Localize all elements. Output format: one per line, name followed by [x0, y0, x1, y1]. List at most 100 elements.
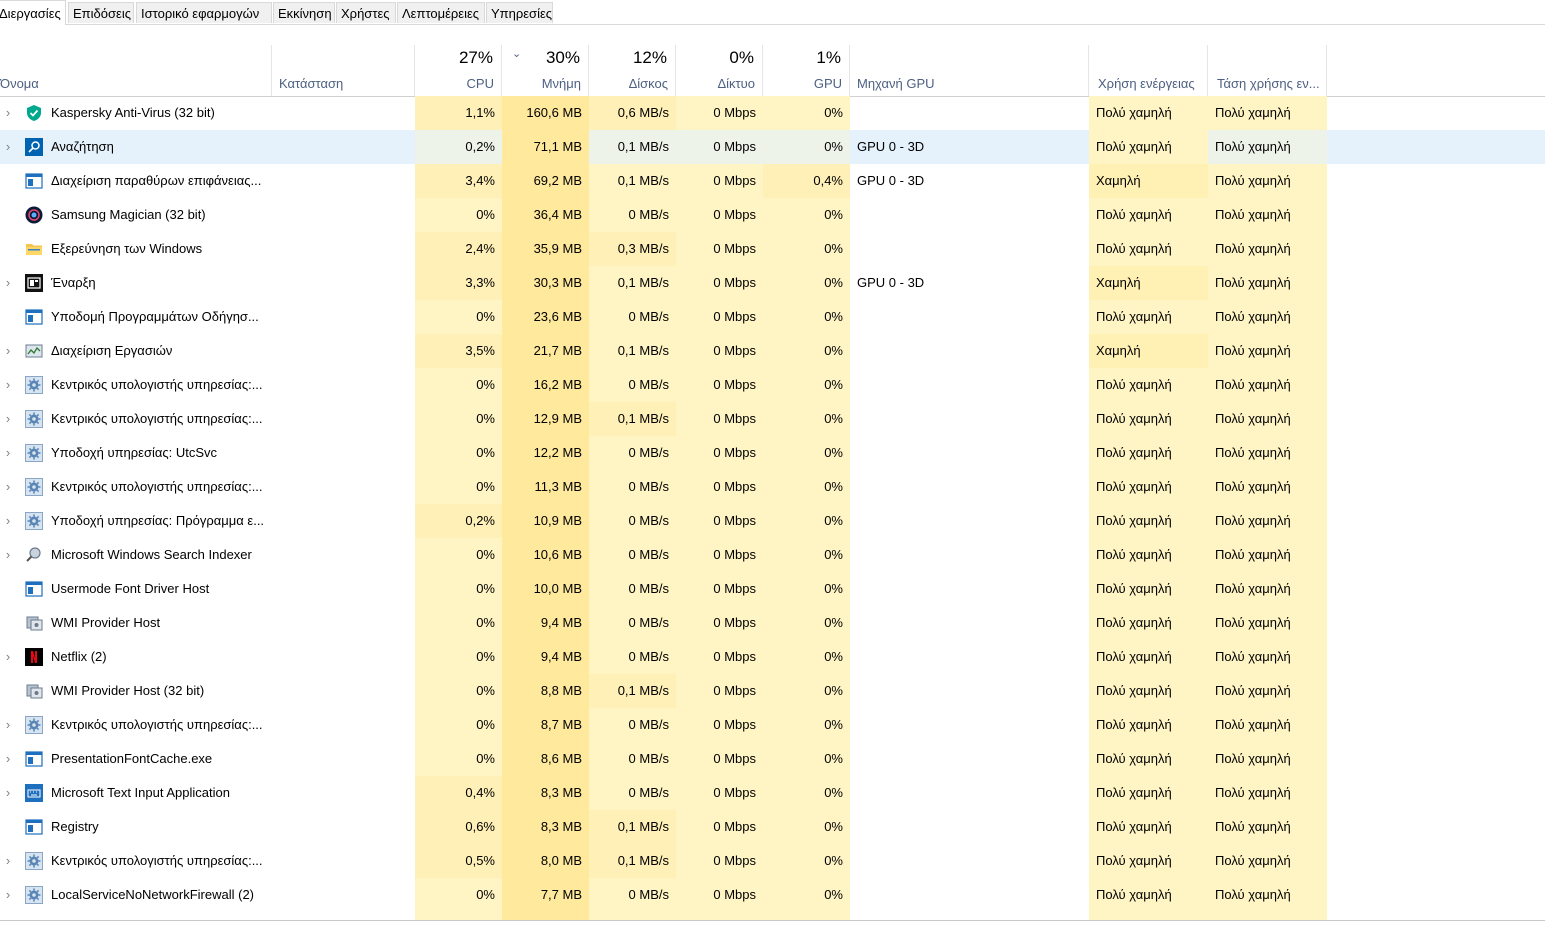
column-header-disk[interactable]: 12% Δίσκος	[589, 45, 676, 96]
process-name: Microsoft Text Input Application	[51, 785, 230, 800]
expand-chevron-icon[interactable]: ›	[2, 368, 14, 402]
table-row[interactable]: Εξερεύνηση των Windows 2,4% 35,9 MB 0,3 MB/…	[0, 232, 1545, 266]
partial-cell	[676, 912, 763, 920]
cpu-cell: 0%	[415, 708, 502, 742]
table-row[interactable]: › Κεντρικός υπολογιστής υπηρεσίας:... 0,5%…	[0, 844, 1545, 878]
column-header-network[interactable]: 0% Δίκτυο	[676, 45, 763, 96]
table-row[interactable]: Registry 0,6% 8,3 MB 0,1 MB/s 0 Mbps 0% Πολύ χ…	[0, 810, 1545, 844]
expand-chevron-icon[interactable]: ›	[2, 130, 14, 164]
process-name: Κεντρικός υπολογιστής υπηρεσίας:...	[51, 377, 263, 392]
expand-chevron-icon[interactable]: ›	[2, 334, 14, 368]
column-label-gpu: GPU	[813, 76, 842, 91]
cpu-cell: 0%	[415, 300, 502, 334]
column-header-gpu[interactable]: 1% GPU	[763, 45, 850, 96]
table-row[interactable]: › Kaspersky Anti-Virus (32 bit) 1,1% 160,6 …	[0, 96, 1545, 130]
power-usage-cell: Πολύ χαμηλή	[1089, 130, 1208, 164]
partial-cell	[502, 912, 589, 920]
gpu-cell: 0%	[763, 470, 850, 504]
table-row[interactable]: › LocalServiceNoNetworkFirewall (2) 0% 7,7 …	[0, 878, 1545, 912]
expand-chevron-icon[interactable]: ›	[2, 504, 14, 538]
table-row[interactable]: › Διαχείριση Εργασιών 3,5% 21,7 MB 0,1 MB/s 0…	[0, 334, 1545, 368]
expand-chevron-icon[interactable]: ›	[2, 402, 14, 436]
column-header-status[interactable]: Κατάσταση	[272, 45, 415, 96]
table-row[interactable]: WMI Provider Host (32 bit) 0% 8,8 MB 0,1 MB…	[0, 674, 1545, 708]
kaspersky-icon	[25, 104, 43, 122]
column-header-power-trend[interactable]: Τάση χρήσης εν...	[1208, 45, 1327, 96]
expand-chevron-icon[interactable]: ›	[2, 538, 14, 572]
gpu-cell: 0%	[763, 198, 850, 232]
column-label-gpu-engine: Μηχανή GPU	[857, 76, 935, 91]
power-usage-cell: Πολύ χαμηλή	[1089, 232, 1208, 266]
tab-performance[interactable]: Επιδόσεις	[68, 2, 134, 23]
table-row[interactable]: Διαχείριση παραθύρων επιφάνειας... 3,4% 69…	[0, 164, 1545, 198]
table-row[interactable]: › PresentationFontCache.exe 0% 8,6 MB 0 MB/s…	[0, 742, 1545, 776]
tab-processes[interactable]: Διεργασίες	[0, 0, 66, 25]
column-header-cpu[interactable]: 27% CPU	[415, 45, 502, 96]
table-row[interactable]: › Microsoft Windows Search Indexer 0% 10,6 …	[0, 538, 1545, 572]
disk-cell: 0 MB/s	[589, 742, 676, 776]
gpu-cell: 0%	[763, 130, 850, 164]
tab-startup[interactable]: Εκκίνηση	[273, 2, 335, 23]
power-usage-cell: Πολύ χαμηλή	[1089, 470, 1208, 504]
table-row[interactable]: › Κεντρικός υπολογιστής υπηρεσίας:... 0% 8,…	[0, 708, 1545, 742]
gear-icon	[25, 716, 43, 734]
expand-chevron-icon[interactable]: ›	[2, 96, 14, 130]
cpu-cell: 0,2%	[415, 504, 502, 538]
disk-cell: 0,1 MB/s	[589, 674, 676, 708]
memory-cell: 35,9 MB	[502, 232, 589, 266]
disk-cell: 0 MB/s	[589, 878, 676, 912]
table-row[interactable]: Υποδομή Προγραμμάτων Οδήγησ... 0% 23,6 MB 0…	[0, 300, 1545, 334]
gpu-cell: 0%	[763, 572, 850, 606]
expand-chevron-icon[interactable]: ›	[2, 266, 14, 300]
table-row[interactable]: › Έναρξη 3,3% 30,3 MB 0,1 MB/s 0 Mbps 0% GPU 0 …	[0, 266, 1545, 300]
tab-details[interactable]: Λεπτομέρειες	[397, 2, 485, 23]
table-row[interactable]: › Microsoft Text Input Application 0,4% 8,3…	[0, 776, 1545, 810]
expand-chevron-icon[interactable]: ›	[2, 708, 14, 742]
cpu-cell: 3,3%	[415, 266, 502, 300]
table-row[interactable]: Usermode Font Driver Host 0% 10,0 MB 0 MB/s…	[0, 572, 1545, 606]
table-row[interactable]: › Κεντρικός υπολογιστής υπηρεσίας:... 0% 12…	[0, 402, 1545, 436]
table-row[interactable]: › Υποδοχή υπηρεσίας: UtcSvc 0% 12,2 MB 0 MB/…	[0, 436, 1545, 470]
table-row[interactable]: › Κεντρικός υπολογιστής υπηρεσίας:... 0% 11…	[0, 470, 1545, 504]
column-header-memory[interactable]: ⌄ 30% Μνήμη	[502, 45, 589, 96]
cpu-cell: 0%	[415, 572, 502, 606]
gpu-engine-cell: GPU 0 - 3D	[857, 275, 925, 290]
tab-services[interactable]: Υπηρεσίες	[486, 2, 553, 23]
column-header-gpu-engine[interactable]: Μηχανή GPU	[850, 45, 1089, 96]
expand-chevron-icon[interactable]: ›	[2, 640, 14, 674]
gpu-cell: 0%	[763, 640, 850, 674]
table-row[interactable]: Samsung Magician (32 bit) 0% 36,4 MB 0 MB/s…	[0, 198, 1545, 232]
gpu-engine-cell	[850, 334, 1089, 368]
column-label-power-trend: Τάση χρήσης εν...	[1217, 76, 1320, 91]
table-row[interactable]: WMI Provider Host 0% 9,4 MB 0 MB/s 0 Mbps 0% Π…	[0, 606, 1545, 640]
gpu-engine-cell	[850, 198, 1089, 232]
table-row[interactable]: › Υποδοχή υπηρεσίας: Πρόγραμμα ε... 0,2% 10…	[0, 504, 1545, 538]
power-trend-cell: Πολύ χαμηλή	[1208, 402, 1327, 436]
power-usage-cell: Πολύ χαμηλή	[1089, 402, 1208, 436]
disk-cell: 0 MB/s	[589, 436, 676, 470]
table-row[interactable]: › Netflix (2) 0% 9,4 MB 0 MB/s 0 Mbps 0% Πολύ χ…	[0, 640, 1545, 674]
tab-users[interactable]: Χρήστες	[336, 2, 396, 23]
column-header-name[interactable]: Όνομα	[0, 45, 272, 96]
expand-chevron-icon[interactable]: ›	[2, 844, 14, 878]
samsung-magician-icon	[25, 206, 43, 224]
expand-chevron-icon[interactable]: ›	[2, 776, 14, 810]
gpu-engine-cell	[850, 300, 1089, 334]
tab-app-history[interactable]: Ιστορικό εφαρμογών	[136, 2, 272, 23]
gpu-cell: 0%	[763, 810, 850, 844]
expand-chevron-icon[interactable]: ›	[2, 470, 14, 504]
gpu-cell: 0%	[763, 742, 850, 776]
expand-chevron-icon[interactable]: ›	[2, 878, 14, 912]
table-row[interactable]: › Αναζήτηση 0,2% 71,1 MB 0,1 MB/s 0 Mbps 0% GPU…	[0, 130, 1545, 164]
disk-cell: 0,3 MB/s	[589, 232, 676, 266]
memory-cell: 7,7 MB	[502, 878, 589, 912]
gpu-cell: 0%	[763, 266, 850, 300]
column-header-power[interactable]: Χρήση ενέργειας	[1089, 45, 1208, 96]
tab-bar: Διεργασίες Επιδόσεις Ιστορικό εφαρμογών …	[0, 0, 1545, 25]
table-row[interactable]: › Κεντρικός υπολογιστής υπηρεσίας:... 0% 16…	[0, 368, 1545, 402]
expand-chevron-icon[interactable]: ›	[2, 436, 14, 470]
expand-chevron-icon[interactable]: ›	[2, 742, 14, 776]
gear-icon	[25, 444, 43, 462]
network-cell: 0 Mbps	[676, 402, 763, 436]
memory-cell: 8,3 MB	[502, 776, 589, 810]
